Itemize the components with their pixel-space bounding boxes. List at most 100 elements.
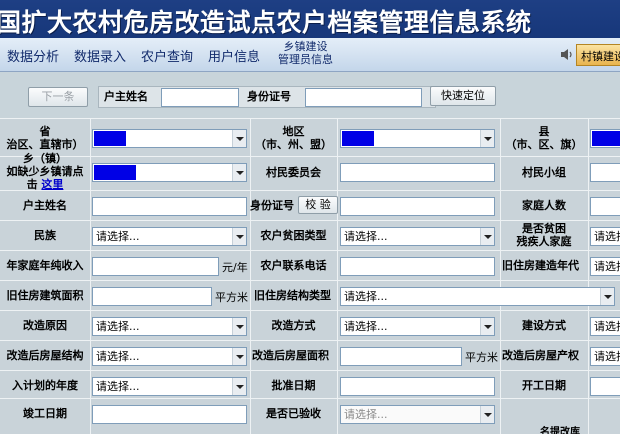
accepted-label: 是否已验收 [266, 407, 321, 420]
redacted-county [592, 131, 620, 146]
township-label-line1: 乡（镇） [23, 152, 67, 165]
old-year-label: 旧住房建造年代 [502, 259, 579, 272]
poverty-type-value: 请选择... [344, 230, 388, 243]
menu-township-line2: 管理员信息 [278, 53, 333, 66]
township-here-link[interactable]: 这里 [41, 178, 63, 191]
family-size-input[interactable] [590, 197, 620, 216]
householder-name-input[interactable] [92, 197, 247, 216]
chevron-down-icon [600, 288, 614, 305]
speaker-icon[interactable] [560, 48, 574, 61]
property-select[interactable]: 请选择... [590, 347, 620, 366]
build-method-label: 建设方式 [522, 319, 566, 332]
disabled-family-line1: 是否贫困 [522, 222, 566, 235]
township-label: 乡（镇） 如缺少乡镇请点 击 这里 [0, 152, 90, 191]
ethnicity-select[interactable]: 请选择... [92, 227, 247, 246]
plan-year-label: 入计划的年度 [12, 379, 78, 392]
property-value: 请选择... [594, 350, 620, 363]
income-input[interactable] [92, 257, 219, 276]
new-structure-value: 请选择... [96, 350, 140, 363]
income-unit: 元/年 [222, 261, 248, 274]
village-committee-input[interactable] [340, 163, 495, 182]
accepted-select[interactable]: 请选择... [340, 405, 495, 424]
menu-township-admin[interactable]: 乡镇建设 管理员信息 [278, 40, 333, 66]
build-method-select[interactable]: 请选择... [590, 317, 620, 336]
redacted-province [94, 131, 126, 146]
disabled-family-select[interactable]: 请选择... [590, 227, 620, 246]
menu-farmer-query[interactable]: 农户查询 [141, 46, 193, 65]
grid-vline [588, 118, 589, 434]
start-date-input[interactable] [590, 377, 620, 396]
id-number-label: 身份证号 [250, 199, 294, 212]
reason-value: 请选择... [96, 320, 140, 333]
new-area-input[interactable] [340, 347, 462, 366]
county-label: 县 （市、区、旗） [500, 125, 588, 151]
disabled-family-line2: 残疾人家庭 [516, 235, 572, 248]
title-bar: 国扩大农村危房改造试点农户档案管理信息系统 [0, 0, 620, 38]
township-label-line2: 如缺少乡镇请点 [6, 165, 84, 178]
old-year-select[interactable]: 请选择... [590, 257, 620, 276]
new-structure-select[interactable]: 请选择... [92, 347, 247, 366]
finish-date-input[interactable] [92, 405, 247, 424]
township-label-line3: 击 [26, 178, 38, 191]
chevron-down-icon [480, 318, 494, 335]
menu-township-line1: 乡镇建设 [283, 40, 328, 53]
chevron-down-icon [232, 228, 246, 245]
province-label-line1: 省 [39, 125, 51, 138]
property-label: 改造后房屋产权 [502, 349, 579, 362]
cutoff-label: 名提改库 [540, 427, 580, 434]
redacted-region [342, 131, 374, 146]
village-group-input[interactable] [590, 163, 620, 182]
poverty-type-select[interactable]: 请选择... [340, 227, 495, 246]
start-date-label: 开工日期 [522, 379, 566, 392]
region-label-line2: （市、州、盟） [255, 138, 332, 151]
region-label-line1: 地区 [282, 125, 305, 138]
chevron-down-icon [480, 130, 494, 147]
new-area-unit: 平方米 [465, 351, 498, 364]
method-label: 改造方式 [271, 319, 316, 332]
finish-date-label: 竣工日期 [23, 407, 67, 420]
new-structure-label: 改造后房屋结构 [6, 349, 84, 362]
verify-button[interactable]: 校 验 [298, 196, 338, 214]
phone-input[interactable] [340, 257, 495, 276]
grid-vline [337, 118, 338, 434]
reason-select[interactable]: 请选择... [92, 317, 247, 336]
search-id-input[interactable] [305, 88, 422, 107]
old-structure-select[interactable]: 请选择... [340, 287, 615, 306]
plan-year-select[interactable]: 请选择... [92, 377, 247, 396]
approve-date-input[interactable] [340, 377, 495, 396]
id-number-input[interactable] [340, 197, 495, 216]
old-year-value: 请选择... [594, 260, 620, 273]
method-select[interactable]: 请选择... [340, 317, 495, 336]
quick-locate-button[interactable]: 快速定位 [430, 86, 496, 106]
family-size-label: 家庭人数 [522, 199, 566, 212]
county-label-line1: 县 [538, 125, 550, 138]
disabled-family-label: 是否贫困 残疾人家庭 [500, 222, 588, 248]
plan-year-value: 请选择... [96, 380, 140, 393]
old-structure-value: 请选择... [344, 290, 388, 303]
next-record-button[interactable]: 下一条 [28, 87, 88, 107]
old-structure-label: 旧住房结构类型 [254, 289, 331, 302]
reason-label: 改造原因 [23, 319, 67, 332]
menu-user-info[interactable]: 用户信息 [208, 46, 260, 65]
chevron-down-icon [232, 318, 246, 335]
menu-data-analysis[interactable]: 数据分析 [7, 46, 59, 65]
method-value: 请选择... [344, 320, 388, 333]
approve-date-label: 批准日期 [271, 379, 316, 392]
grid-vline [90, 118, 91, 434]
old-area-label: 旧住房建筑面积 [6, 289, 84, 302]
menu-bar: 数据分析 数据录入 农户查询 用户信息 乡镇建设 管理员信息 [0, 38, 620, 72]
old-area-input[interactable] [92, 287, 212, 306]
old-area-unit: 平方米 [215, 291, 248, 304]
province-label: 省 治区、直辖市） [0, 125, 90, 151]
village-construction-tab[interactable]: 村镇建设 [576, 44, 620, 66]
menu-data-entry[interactable]: 数据录入 [74, 46, 126, 65]
redacted-township [94, 165, 136, 180]
ethnicity-value: 请选择... [96, 230, 140, 243]
search-name-input[interactable] [161, 88, 239, 107]
chevron-down-icon [232, 164, 246, 181]
disabled-family-value: 请选择... [594, 230, 620, 243]
village-committee-label: 村民委员会 [266, 166, 321, 179]
householder-name-label: 户主姓名 [23, 199, 67, 212]
search-name-label: 户主姓名 [104, 90, 148, 103]
chevron-down-icon [232, 130, 246, 147]
